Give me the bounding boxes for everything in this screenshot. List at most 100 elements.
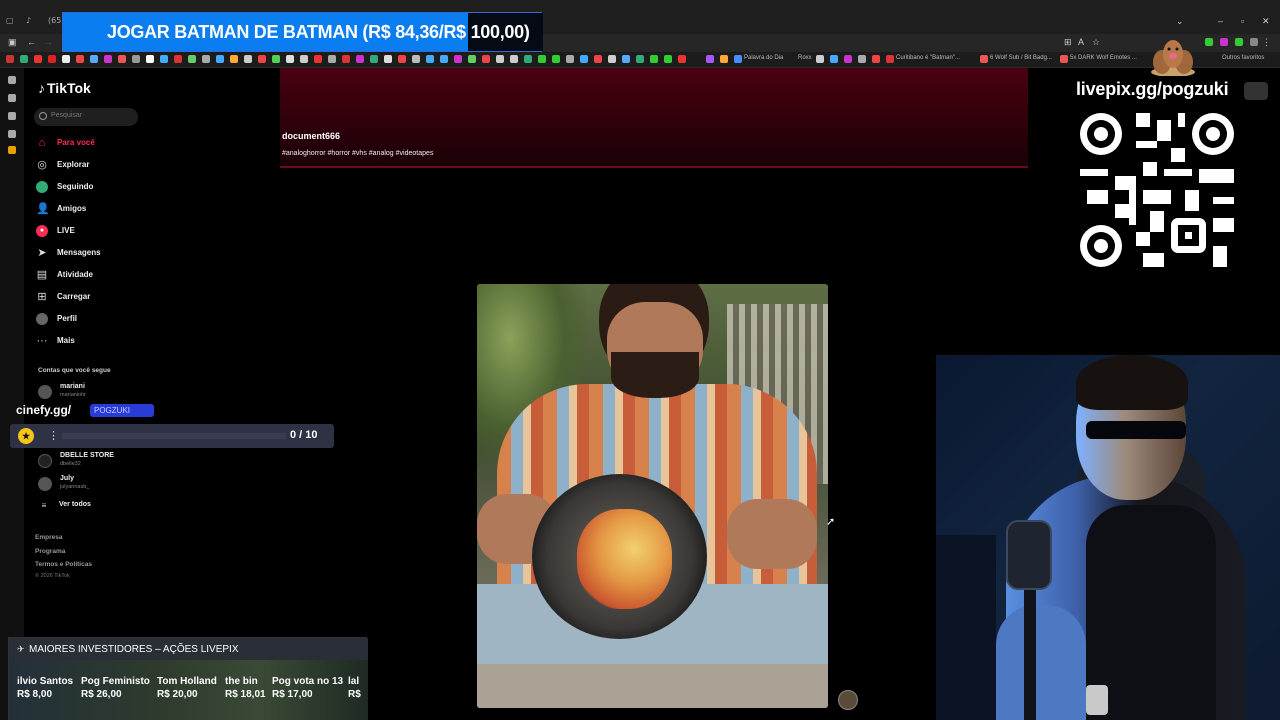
bookmark-icon[interactable] <box>384 55 392 63</box>
maximize-icon[interactable]: ▫ <box>1241 16 1244 26</box>
footer-terms[interactable]: Termos e Políticas <box>35 561 92 568</box>
bookmark-icon[interactable] <box>734 55 742 63</box>
bookmark-icon[interactable] <box>272 55 280 63</box>
minimize-icon[interactable]: – <box>1218 16 1223 26</box>
bookmark-icon[interactable] <box>6 55 14 63</box>
bookmark-icon[interactable] <box>118 55 126 63</box>
search-input[interactable]: Pesquisar <box>34 108 138 126</box>
previous-video-post[interactable]: document666 #analoghorror #horror #vhs #… <box>280 68 1028 168</box>
bookmark-icon[interactable] <box>244 55 252 63</box>
bookmark-palavra-do-dia[interactable]: Palavra do Dia <box>744 55 783 61</box>
followed-account[interactable]: July julyannasb_ <box>38 474 148 494</box>
bookmark-star-icon[interactable]: ☆ <box>1092 37 1100 48</box>
bookmark-icon[interactable] <box>454 55 462 63</box>
extension-icon[interactable] <box>1235 38 1243 46</box>
bookmark-icon[interactable] <box>580 55 588 63</box>
bookmark-icon[interactable] <box>468 55 476 63</box>
bookmark-icon[interactable] <box>356 55 364 63</box>
bookmark-icon[interactable] <box>830 55 838 63</box>
rail-icon[interactable] <box>8 112 16 120</box>
overlay-button[interactable] <box>1244 82 1268 100</box>
bookmark-curitibano[interactable]: Curitibano é "Batman"... <box>896 55 960 61</box>
bookmark-icon[interactable] <box>858 55 866 63</box>
bookmark-icon[interactable] <box>664 55 672 63</box>
bookmark-icon[interactable] <box>886 55 894 63</box>
bookmark-wolf-sub[interactable]: 6 Wolf Sub / Bit Badg... <box>990 55 1052 61</box>
nav-profile[interactable]: Perfil <box>36 311 146 327</box>
rail-icon[interactable] <box>8 76 16 84</box>
bookmark-icon[interactable] <box>538 55 546 63</box>
bookmark-icon[interactable] <box>188 55 196 63</box>
bookmark-icon[interactable] <box>650 55 658 63</box>
bookmark-icon[interactable] <box>440 55 448 63</box>
nav-friends[interactable]: 👤 Amigos <box>36 201 146 217</box>
rail-icon[interactable] <box>8 146 16 154</box>
tiktok-logo[interactable]: ♪ TikTok <box>38 80 91 96</box>
tiktok-tab-icon[interactable]: ♪ <box>26 16 31 28</box>
bookmark-icon[interactable] <box>524 55 532 63</box>
bookmark-other-favorites[interactable]: Outros favoritos <box>1222 55 1264 61</box>
bookmark-icon[interactable] <box>844 55 852 63</box>
nav-more[interactable]: ··· Mais <box>36 333 146 349</box>
followed-account[interactable]: DBELLE STORE dbelle32 <box>38 451 148 471</box>
bookmark-icon[interactable] <box>216 55 224 63</box>
bookmark-icon[interactable] <box>622 55 630 63</box>
bookmark-icon[interactable] <box>980 55 988 63</box>
post-hashtags[interactable]: #analoghorror #horror #vhs #analog #vide… <box>282 150 433 157</box>
bookmark-icon[interactable] <box>398 55 406 63</box>
tab-icon[interactable]: ▢ <box>6 16 14 28</box>
tab-list-icon[interactable]: ⌄ <box>1176 16 1184 27</box>
rail-icon[interactable] <box>8 130 16 138</box>
bookmark-icon[interactable] <box>300 55 308 63</box>
bookmark-icon[interactable] <box>370 55 378 63</box>
bookmark-icon[interactable] <box>1060 55 1068 63</box>
bookmark-icon[interactable] <box>48 55 56 63</box>
extension-icon[interactable] <box>1205 38 1213 46</box>
bookmark-icon[interactable] <box>160 55 168 63</box>
extension-icon[interactable] <box>1220 38 1228 46</box>
bookmark-icon[interactable] <box>872 55 880 63</box>
close-icon[interactable]: ✕ <box>1262 16 1270 27</box>
bookmark-icon[interactable] <box>90 55 98 63</box>
video-player[interactable] <box>477 284 828 708</box>
footer-program[interactable]: Programa <box>35 548 65 555</box>
nav-for-you[interactable]: ⌂ Para você <box>36 135 146 151</box>
creator-avatar[interactable] <box>838 690 858 710</box>
followed-account[interactable]: mariani marianiohr <box>38 382 148 402</box>
extension-icon[interactable] <box>1250 38 1258 46</box>
nav-live[interactable]: ● LIVE <box>36 223 146 239</box>
bookmark-icon[interactable] <box>816 55 824 63</box>
bookmark-icon[interactable] <box>174 55 182 63</box>
bookmark-icon[interactable] <box>34 55 42 63</box>
bookmark-icon[interactable] <box>426 55 434 63</box>
back-icon[interactable]: ← <box>27 37 36 47</box>
bookmark-icon[interactable] <box>230 55 238 63</box>
bookmark-icon[interactable] <box>314 55 322 63</box>
forward-icon[interactable]: → <box>44 37 53 47</box>
bookmark-icon[interactable] <box>496 55 504 63</box>
bookmark-icon[interactable] <box>678 55 686 63</box>
bookmark-icon[interactable] <box>482 55 490 63</box>
bookmark-icon[interactable] <box>706 55 714 63</box>
bookmark-icon[interactable] <box>552 55 560 63</box>
bookmark-icon[interactable] <box>202 55 210 63</box>
sidebar-toggle-icon[interactable]: ▣ <box>8 37 17 48</box>
bookmark-icon[interactable] <box>286 55 294 63</box>
bookmark-icon[interactable] <box>412 55 420 63</box>
bookmark-dark-wolf[interactable]: 5x DARK Wolf Emotes ... <box>1070 55 1137 61</box>
rail-icon[interactable] <box>8 94 16 102</box>
bookmark-icon[interactable] <box>720 55 728 63</box>
post-author[interactable]: document666 <box>282 131 340 141</box>
bookmark-icon[interactable] <box>510 55 518 63</box>
nav-explore[interactable]: ◎ Explorar <box>36 157 146 173</box>
bookmark-icon[interactable] <box>76 55 84 63</box>
translate-icon[interactable]: A <box>1078 37 1084 47</box>
nav-activity[interactable]: ▤ Atividade <box>36 267 146 283</box>
see-all-link[interactable]: ≡ Ver todos <box>38 498 148 514</box>
bookmark-icon[interactable] <box>608 55 616 63</box>
bookmark-icon[interactable] <box>328 55 336 63</box>
bookmark-icon[interactable] <box>20 55 28 63</box>
bookmark-icon[interactable] <box>566 55 574 63</box>
bookmark-icon[interactable] <box>104 55 112 63</box>
nav-upload[interactable]: ⊞ Carregar <box>36 289 146 305</box>
